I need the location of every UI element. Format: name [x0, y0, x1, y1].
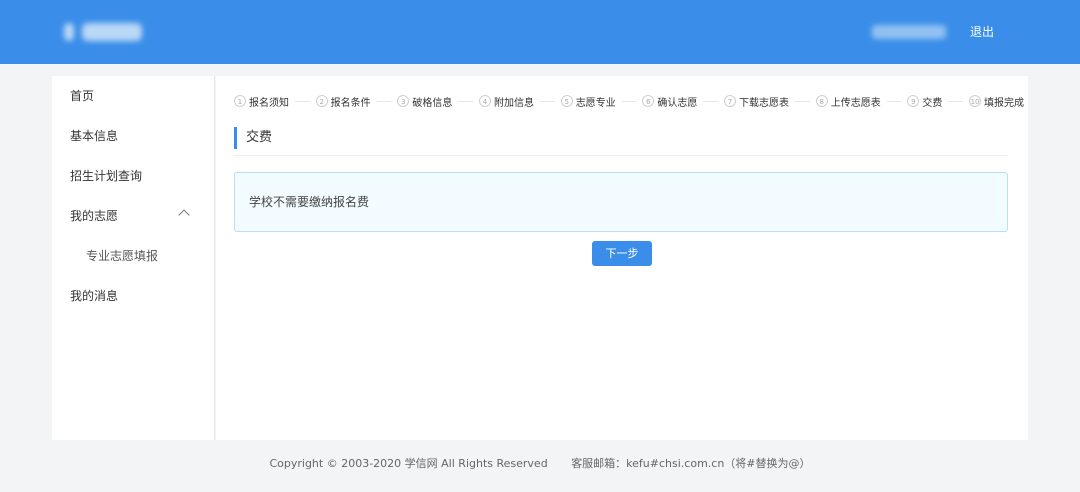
- sidebar-item-label: 招生计划查询: [70, 169, 143, 183]
- step-label: 交费: [922, 97, 943, 109]
- step-number: 2: [315, 95, 328, 107]
- main-panel: 1 报名须知 2 报名条件 3 破格信息 4 附加信息 5 志愿专业 6 确认志愿 7 下载志…: [216, 76, 1028, 440]
- next-step-button[interactable]: 下一步: [592, 241, 652, 266]
- chevron-up-icon[interactable]: [178, 209, 190, 221]
- section-divider: [234, 155, 1008, 156]
- sidebar-item-label: 我的志愿: [70, 209, 119, 223]
- section-title: 交费: [234, 127, 1008, 149]
- step-number: 8: [815, 95, 828, 107]
- sidebar-item-home[interactable]: 首页: [52, 76, 214, 116]
- step-number: 4: [479, 95, 492, 107]
- step-connector: [795, 100, 810, 102]
- step-label: 报名须知: [249, 97, 289, 109]
- sidebar-subitem-major-application[interactable]: 专业志愿填报: [52, 236, 214, 276]
- step-item[interactable]: 5 志愿专业: [560, 94, 616, 109]
- sidebar-item-enrollment-plan[interactable]: 招生计划查询: [52, 156, 214, 196]
- step-number: 5: [560, 95, 573, 107]
- user-name-redacted: [872, 25, 946, 39]
- step-number: 10: [969, 95, 982, 107]
- logout-link[interactable]: 退出: [970, 22, 994, 42]
- fee-notice-box: 学校不需要缴纳报名费: [234, 172, 1008, 232]
- sidebar-item-basic-info[interactable]: 基本信息: [52, 116, 214, 156]
- sidebar-item-label: 我的消息: [70, 289, 119, 303]
- step-label: 报名条件: [330, 97, 371, 109]
- sidebar-item-label: 基本信息: [70, 129, 119, 143]
- sidebar-item-label: 专业志愿填报: [86, 249, 159, 263]
- step-connector: [703, 100, 719, 102]
- step-connector: [886, 100, 902, 102]
- step-number: 1: [234, 95, 246, 107]
- sidebar-nav: 首页 基本信息 招生计划查询 我的志愿 专业志愿填报 我的消息: [52, 76, 215, 440]
- step-connector: [295, 100, 310, 102]
- service-email-text: 客服邮箱：kefu#chsi.com.cn（将#替换为@）: [571, 457, 811, 470]
- step-item[interactable]: 3 破格信息: [397, 94, 452, 109]
- logo-wordmark: [82, 23, 142, 41]
- step-number: 9: [907, 95, 920, 107]
- step-label: 志愿专业: [575, 97, 616, 109]
- step-label: 下载志愿表: [739, 97, 790, 109]
- step-item[interactable]: 2 报名条件: [315, 94, 371, 109]
- sidebar-item-messages[interactable]: 我的消息: [52, 276, 214, 316]
- step-item[interactable]: 6 确认志愿: [642, 94, 697, 109]
- step-connector: [621, 100, 637, 102]
- step-label: 附加信息: [494, 97, 535, 109]
- top-header: 退出: [0, 0, 1080, 64]
- page-footer: Copyright © 2003-2020 学信网 All Rights Res…: [0, 456, 1080, 472]
- step-number: 7: [724, 95, 737, 107]
- step-item[interactable]: 1 报名须知: [234, 94, 289, 109]
- site-logo[interactable]: [64, 17, 150, 47]
- step-connector: [540, 100, 555, 102]
- step-label: 上传志愿表: [830, 97, 881, 109]
- step-label: 破格信息: [412, 97, 453, 109]
- copyright-text: Copyright © 2003-2020 学信网 All Rights Res…: [269, 457, 548, 470]
- step-number: 6: [642, 95, 655, 107]
- sidebar-item-my-applications[interactable]: 我的志愿: [52, 196, 214, 236]
- progress-steps: 1 报名须知 2 报名条件 3 破格信息 4 附加信息 5 志愿专业 6 确认志愿 7 下载志…: [234, 93, 1024, 109]
- step-connector: [948, 100, 964, 102]
- logo-mark: [64, 23, 74, 41]
- step-item[interactable]: 8 上传志愿表: [815, 94, 881, 109]
- step-connector: [458, 100, 474, 102]
- step-item[interactable]: 10 填报完成: [969, 94, 1024, 109]
- step-label: 填报完成: [984, 97, 1025, 109]
- step-item-current[interactable]: 9 交费: [907, 94, 942, 109]
- step-connector: [376, 100, 392, 102]
- step-item[interactable]: 7 下载志愿表: [724, 94, 789, 109]
- step-number: 3: [397, 95, 410, 107]
- step-item[interactable]: 4 附加信息: [479, 94, 534, 109]
- step-label: 确认志愿: [657, 97, 698, 109]
- sidebar-item-label: 首页: [70, 89, 95, 103]
